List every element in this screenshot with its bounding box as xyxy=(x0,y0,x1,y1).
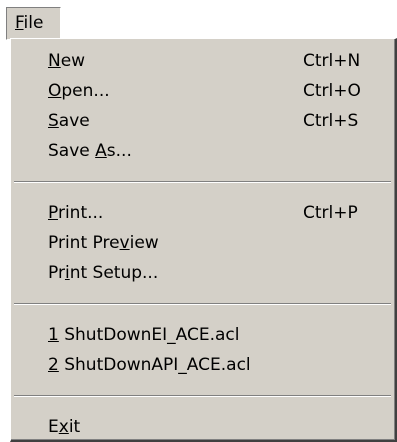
menu-item-new[interactable]: New Ctrl+N xyxy=(11,46,394,76)
menu-item-recent-file-2-label: 2 ShutDownAPI_ACE.acl xyxy=(48,355,251,375)
menu-item-print-preview[interactable]: Print Preview xyxy=(11,228,394,258)
menu-item-recent-file-1[interactable]: 1 ShutDownEI_ACE.acl xyxy=(11,320,394,350)
file-menu-dropdown: New Ctrl+N Open... Ctrl+O Save Ctrl+S Sa… xyxy=(10,38,397,442)
menu-item-open-shortcut: Ctrl+O xyxy=(303,81,361,101)
menu-item-save-as[interactable]: Save As... xyxy=(11,136,394,166)
menu-separator xyxy=(14,303,391,305)
menu-item-open[interactable]: Open... Ctrl+O xyxy=(11,76,394,106)
menu-item-new-label: New xyxy=(48,51,86,71)
menu-item-open-label: Open... xyxy=(48,81,110,101)
menu-separator xyxy=(14,181,391,183)
menu-separator xyxy=(14,395,391,397)
menu-bar: File xyxy=(0,0,397,42)
menu-item-save-as-label: Save As... xyxy=(48,141,132,161)
menu-item-recent-file-1-label: 1 ShutDownEI_ACE.acl xyxy=(48,325,240,345)
menu-item-save[interactable]: Save Ctrl+S xyxy=(11,106,394,136)
menu-item-print-setup[interactable]: Print Setup... xyxy=(11,258,394,288)
menu-item-save-label: Save xyxy=(48,111,90,131)
menu-item-print-preview-label: Print Preview xyxy=(48,233,159,253)
menu-item-save-shortcut: Ctrl+S xyxy=(303,111,359,131)
menu-item-print[interactable]: Print... Ctrl+P xyxy=(11,198,394,228)
menu-item-print-shortcut: Ctrl+P xyxy=(303,203,358,223)
menu-item-new-shortcut: Ctrl+N xyxy=(303,51,361,71)
menu-item-recent-file-2[interactable]: 2 ShutDownAPI_ACE.acl xyxy=(11,350,394,380)
menu-item-print-setup-label: Print Setup... xyxy=(48,263,159,283)
menu-item-exit[interactable]: Exit xyxy=(11,412,394,442)
menu-item-exit-label: Exit xyxy=(48,417,81,437)
file-menu-button[interactable]: File xyxy=(6,7,61,40)
menu-item-print-label: Print... xyxy=(48,203,104,223)
